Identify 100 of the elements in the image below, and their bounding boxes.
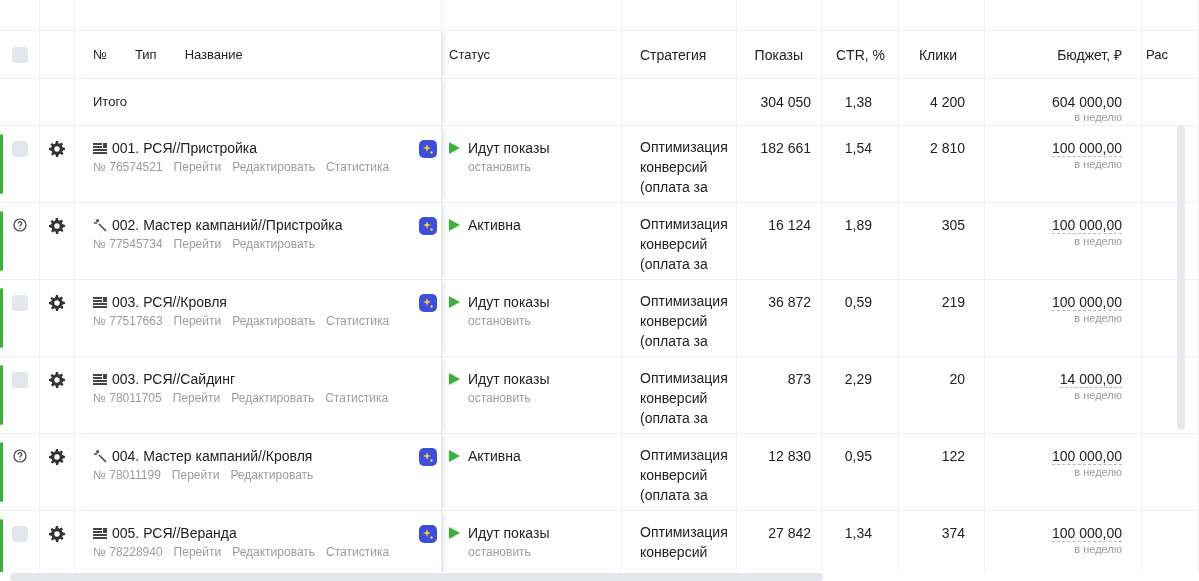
play-icon xyxy=(449,450,460,462)
table-cell: 20 xyxy=(949,371,965,387)
table-cell: 1,34 xyxy=(844,525,872,541)
column-header[interactable]: Тип xyxy=(134,47,157,62)
campaign-id: № 78228940 xyxy=(93,545,163,559)
gear-icon[interactable] xyxy=(49,218,65,234)
campaign-name[interactable]: 005. РСЯ//Веранда xyxy=(112,525,237,541)
strategy-text: Оптимизация конверсий (оплата за xyxy=(640,369,729,428)
campaign-id: № 77517663 xyxy=(93,314,163,328)
budget-period: в неделю xyxy=(1074,543,1122,555)
checkbox[interactable] xyxy=(11,141,28,157)
checkbox[interactable] xyxy=(11,295,28,311)
table-cell: 0,59 xyxy=(844,294,872,310)
budget-value[interactable]: 100 000,00 xyxy=(1051,448,1122,465)
table-cell: 1,89 xyxy=(844,217,872,233)
table-cell: 873 xyxy=(787,371,811,387)
campaign-id: № 78011705 xyxy=(93,391,162,405)
budget-value: 604 000,00 xyxy=(1051,94,1122,110)
gear-icon[interactable] xyxy=(49,141,65,157)
magic-wand-icon xyxy=(93,218,107,232)
column-header[interactable]: CTR, % xyxy=(836,46,885,63)
strategy-text: Оптимизация конверсий (оплата за xyxy=(640,446,729,505)
gear-icon[interactable] xyxy=(49,372,65,388)
budget-value[interactable]: 100 000,00 xyxy=(1051,294,1122,311)
budget-period: в неделю xyxy=(1074,111,1122,123)
campaign-name[interactable]: 003. РСЯ//Сайдинг xyxy=(112,371,236,387)
budget-value[interactable]: 100 000,00 xyxy=(1051,140,1122,157)
play-icon xyxy=(449,219,460,231)
gear-icon[interactable] xyxy=(49,449,65,465)
table-cell: 4 200 xyxy=(929,94,965,110)
budget-value[interactable]: 14 000,00 xyxy=(1059,371,1122,388)
column-header[interactable]: Рас xyxy=(1146,47,1168,62)
checkbox[interactable] xyxy=(11,46,28,63)
campaign-name[interactable]: 002. Мастер кампаний//Пристройка xyxy=(112,217,343,233)
list-icon xyxy=(93,373,107,385)
strategy-text: Оптимизация конверсий (оплата за xyxy=(640,292,729,351)
checkbox[interactable] xyxy=(11,526,28,542)
column-header[interactable]: № xyxy=(93,47,107,62)
checkbox[interactable] xyxy=(11,372,28,388)
sparkle-badge-icon[interactable] xyxy=(419,217,437,235)
campaign-id: № 77545734 xyxy=(93,237,163,251)
column-header[interactable]: Название xyxy=(184,47,243,62)
table-cell: 36 872 xyxy=(768,294,811,310)
column-header[interactable]: Показы xyxy=(754,46,803,63)
column-header[interactable]: Бюджет, ₽ xyxy=(1057,45,1122,64)
table-cell: 219 xyxy=(941,294,965,310)
play-icon xyxy=(449,373,460,385)
play-icon xyxy=(449,296,460,308)
table-cell: 374 xyxy=(941,525,965,541)
column-header[interactable]: Клики xyxy=(918,46,957,63)
budget-period: в неделю xyxy=(1074,158,1122,170)
table-cell: 1,38 xyxy=(844,94,872,110)
list-icon xyxy=(93,527,107,539)
table-cell: 2 810 xyxy=(929,140,965,156)
gear-icon[interactable] xyxy=(49,295,65,311)
table-cell: 0,95 xyxy=(844,448,872,464)
list-icon xyxy=(93,296,107,308)
strategy-text: Оптимизация конверсий xyxy=(640,523,729,562)
status-text: Идут показы xyxy=(468,294,550,310)
strategy-text: Оптимизация конверсий (оплата за xyxy=(640,138,729,197)
budget-period: в неделю xyxy=(1074,235,1122,247)
campaign-name[interactable]: 003. РСЯ//Кровля xyxy=(112,294,227,310)
sparkle-badge-icon[interactable] xyxy=(419,140,437,158)
table-cell: 16 124 xyxy=(768,217,811,233)
campaign-id: № 78011199 xyxy=(93,468,161,482)
column-header[interactable]: Стратегия xyxy=(640,44,707,65)
total-label: Итого xyxy=(93,94,128,109)
help-icon[interactable] xyxy=(12,449,27,463)
table-cell: 305 xyxy=(941,217,965,233)
status-text: Активна xyxy=(468,448,521,464)
scrollbar[interactable] xyxy=(10,573,823,581)
campaign-name[interactable]: 004. Мастер кампаний//Кровля xyxy=(112,448,313,464)
table-cell: 2,29 xyxy=(844,371,872,387)
magic-wand-icon xyxy=(93,449,107,463)
status-text: Идут показы xyxy=(468,140,550,156)
table-cell: 1,54 xyxy=(844,140,872,156)
budget-period: в неделю xyxy=(1074,312,1122,324)
table-cell: 27 842 xyxy=(768,525,811,541)
campaign-id: № 76574521 xyxy=(93,160,163,174)
status-text: Идут показы xyxy=(468,371,550,387)
budget-value[interactable]: 100 000,00 xyxy=(1051,525,1122,542)
sparkle-badge-icon[interactable] xyxy=(419,294,437,312)
budget-period: в неделю xyxy=(1074,389,1122,401)
campaign-name[interactable]: 001. РСЯ//Пристройка xyxy=(112,140,257,156)
table-cell: 304 050 xyxy=(760,94,811,110)
play-icon xyxy=(449,142,460,154)
help-icon[interactable] xyxy=(12,218,27,232)
budget-period: в неделю xyxy=(1074,466,1122,478)
status-text: Идут показы xyxy=(468,525,550,541)
table-cell: 122 xyxy=(941,448,965,464)
column-header[interactable]: Статус xyxy=(449,47,491,62)
play-icon xyxy=(449,527,460,539)
status-text: Активна xyxy=(468,217,521,233)
table-cell: 182 661 xyxy=(760,140,811,156)
table-cell: 12 830 xyxy=(768,448,811,464)
sparkle-badge-icon[interactable] xyxy=(419,448,437,466)
gear-icon[interactable] xyxy=(49,526,65,542)
budget-value[interactable]: 100 000,00 xyxy=(1051,217,1122,234)
strategy-text: Оптимизация конверсий (оплата за xyxy=(640,215,729,274)
sparkle-badge-icon[interactable] xyxy=(419,525,437,543)
